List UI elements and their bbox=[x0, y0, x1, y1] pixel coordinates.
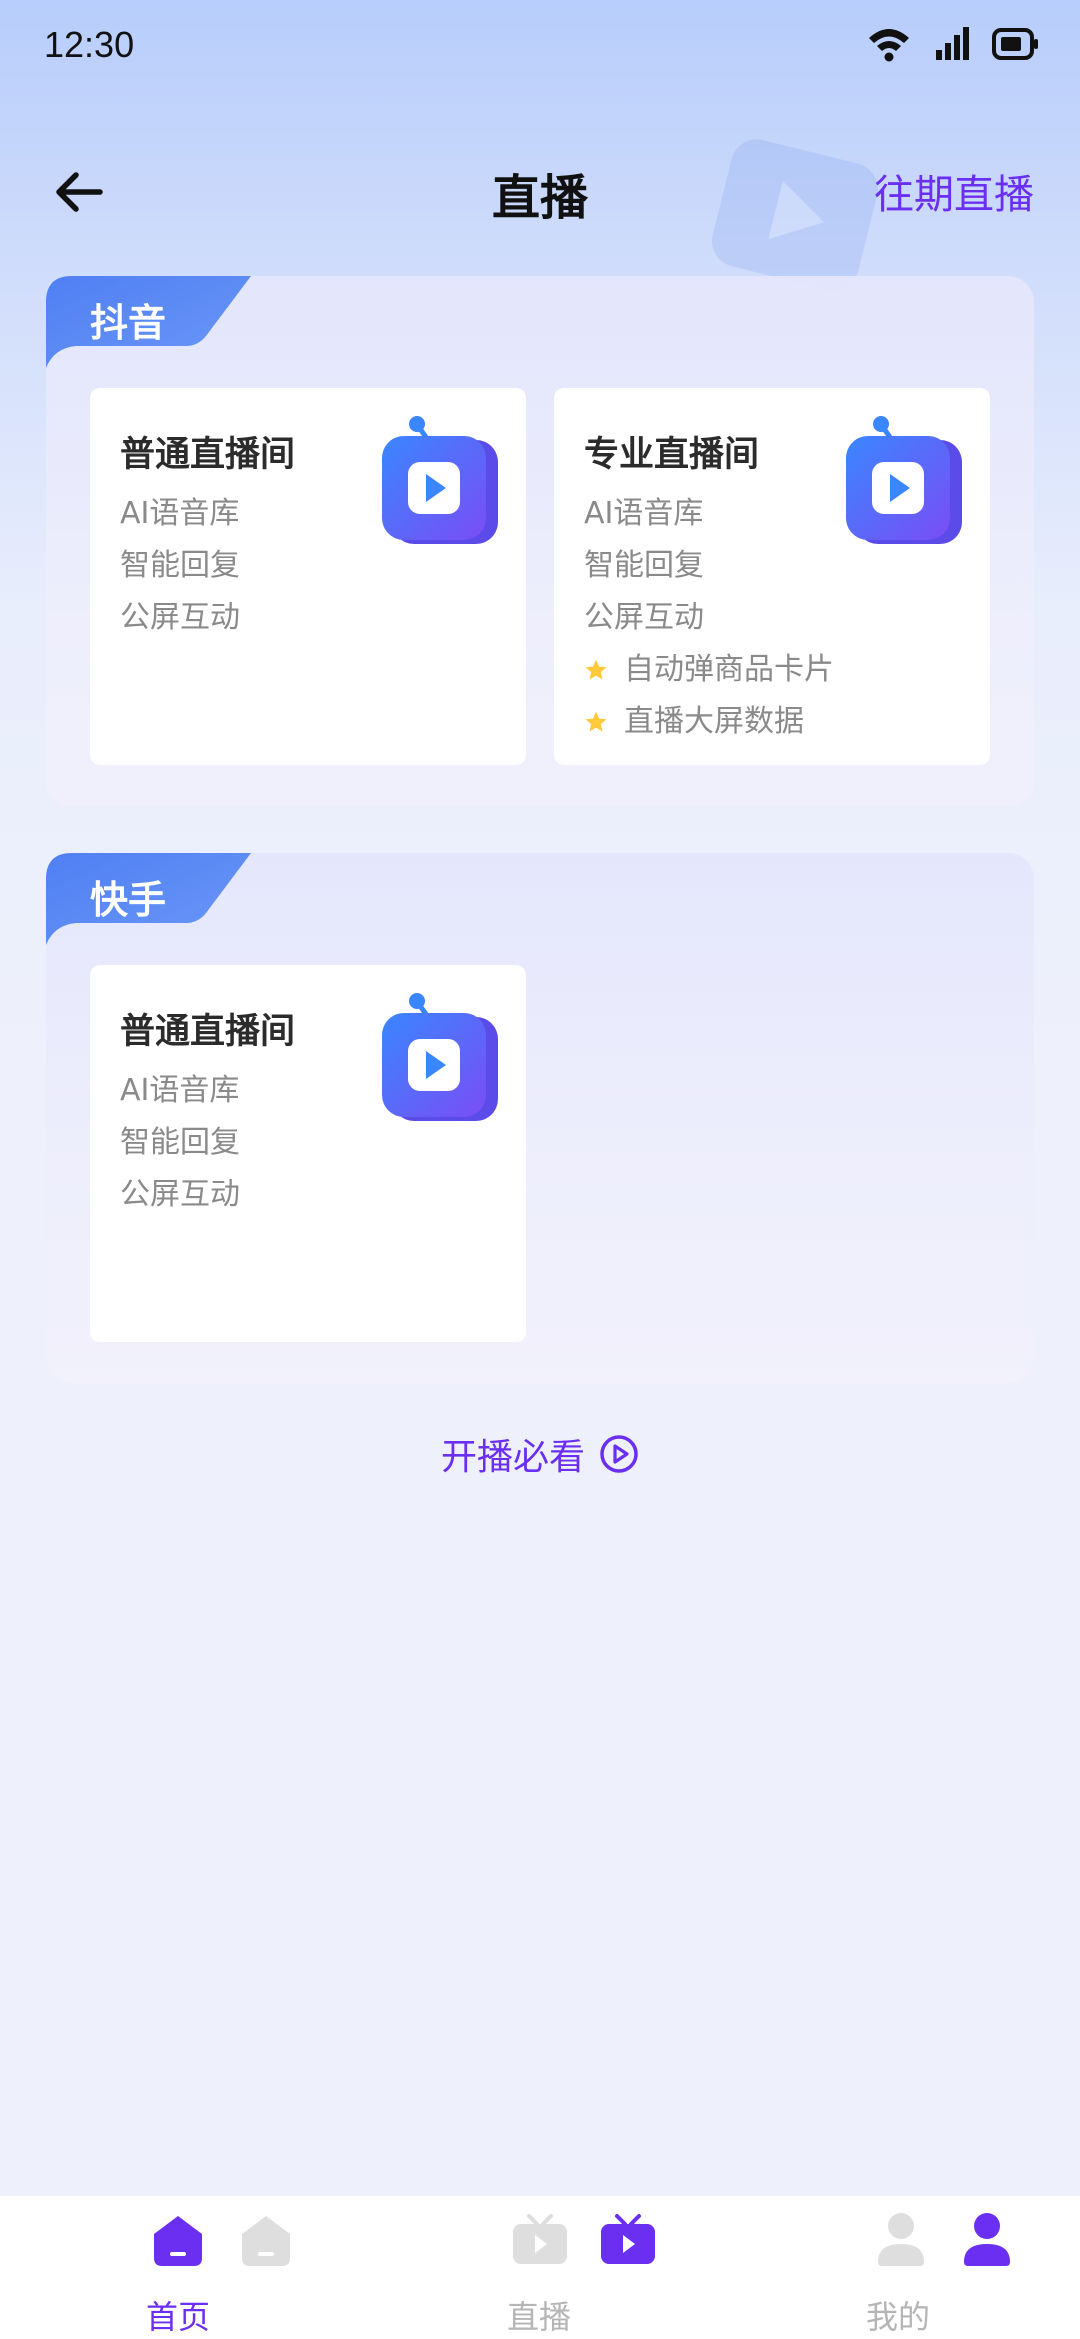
feature-item: 智能回复 bbox=[120, 1125, 240, 1160]
bottom-nav: 首页 直播 我的 bbox=[0, 2196, 1080, 2339]
live-tv-icon bbox=[846, 416, 962, 544]
feature-list: AI语音库 智能回复 公屏互动 bbox=[120, 1065, 240, 1221]
live-tv-icon bbox=[382, 993, 498, 1121]
play-circle-icon bbox=[600, 1435, 638, 1473]
feature-list: AI语音库 智能回复 公屏互动 bbox=[120, 488, 240, 644]
feature-item: 智能回复 bbox=[120, 548, 240, 583]
nav-label: 直播 bbox=[507, 2298, 572, 2336]
starred-feature-item: 自动弹商品卡片 bbox=[584, 644, 834, 696]
signal-icon bbox=[936, 27, 969, 60]
feature-item: 公屏互动 bbox=[120, 600, 240, 635]
nav-label: 首页 bbox=[146, 2298, 211, 2336]
feature-item: 公屏互动 bbox=[584, 600, 704, 635]
star-icon bbox=[585, 659, 607, 680]
nav-item-home[interactable]: 首页 bbox=[140, 2196, 310, 2339]
must-watch-link[interactable]: 开播必看 bbox=[0, 1428, 1080, 1480]
user-icon bbox=[964, 2213, 1010, 2266]
feature-item: 智能回复 bbox=[584, 548, 704, 583]
status-bar: 12:30 bbox=[0, 0, 1080, 90]
star-icon bbox=[585, 711, 607, 732]
battery-icon bbox=[992, 28, 1038, 60]
live-tv-icon bbox=[382, 416, 498, 544]
status-time: 12:30 bbox=[44, 24, 135, 65]
tv-icon bbox=[601, 2214, 655, 2264]
starred-feature-label: 直播大屏数据 bbox=[624, 704, 804, 739]
wifi-icon bbox=[869, 29, 909, 62]
feature-item: 公屏互动 bbox=[120, 1177, 240, 1212]
section-douyin: 抖音 普通直播间 AI语音库 智能回复 公屏互动 专业直播间 AI语音库 智能回… bbox=[46, 276, 1034, 806]
card-title: 普通直播间 bbox=[120, 435, 296, 475]
nav-item-me[interactable]: 我的 bbox=[866, 2196, 1036, 2339]
starred-feature-label: 自动弹商品卡片 bbox=[624, 652, 834, 687]
section-title: 抖音 bbox=[90, 301, 167, 345]
feature-item: AI语音库 bbox=[120, 496, 240, 531]
card-title: 专业直播间 bbox=[584, 435, 760, 475]
section-kuaishou: 快手 普通直播间 AI语音库 智能回复 公屏互动 bbox=[46, 853, 1034, 1383]
feature-list: AI语音库 智能回复 公屏互动 自动弹商品卡片 直播大屏数据 bbox=[584, 488, 834, 748]
live-room-card-professional[interactable]: 专业直播间 AI语音库 智能回复 公屏互动 自动弹商品卡片 直播大屏数据 bbox=[554, 388, 990, 765]
must-watch-label: 开播必看 bbox=[440, 1437, 585, 1478]
history-live-link[interactable]: 往期直播 bbox=[874, 162, 1034, 220]
home-icon bbox=[154, 2216, 202, 2266]
starred-feature-item: 直播大屏数据 bbox=[584, 696, 834, 748]
feature-item: AI语音库 bbox=[120, 1073, 240, 1108]
home-icon-inactive bbox=[242, 2216, 290, 2266]
live-room-card-standard[interactable]: 普通直播间 AI语音库 智能回复 公屏互动 bbox=[90, 965, 526, 1342]
tv-icon-inactive bbox=[513, 2214, 567, 2264]
card-title: 普通直播间 bbox=[120, 1012, 296, 1052]
user-icon-inactive bbox=[878, 2213, 924, 2266]
feature-item: AI语音库 bbox=[584, 496, 704, 531]
section-title: 快手 bbox=[90, 878, 167, 922]
live-room-card-standard[interactable]: 普通直播间 AI语音库 智能回复 公屏互动 bbox=[90, 388, 526, 765]
nav-item-live[interactable]: 直播 bbox=[505, 2196, 675, 2339]
nav-label: 我的 bbox=[866, 2298, 931, 2336]
header: 直播 往期直播 bbox=[0, 140, 1080, 240]
status-icons bbox=[866, 26, 1040, 62]
